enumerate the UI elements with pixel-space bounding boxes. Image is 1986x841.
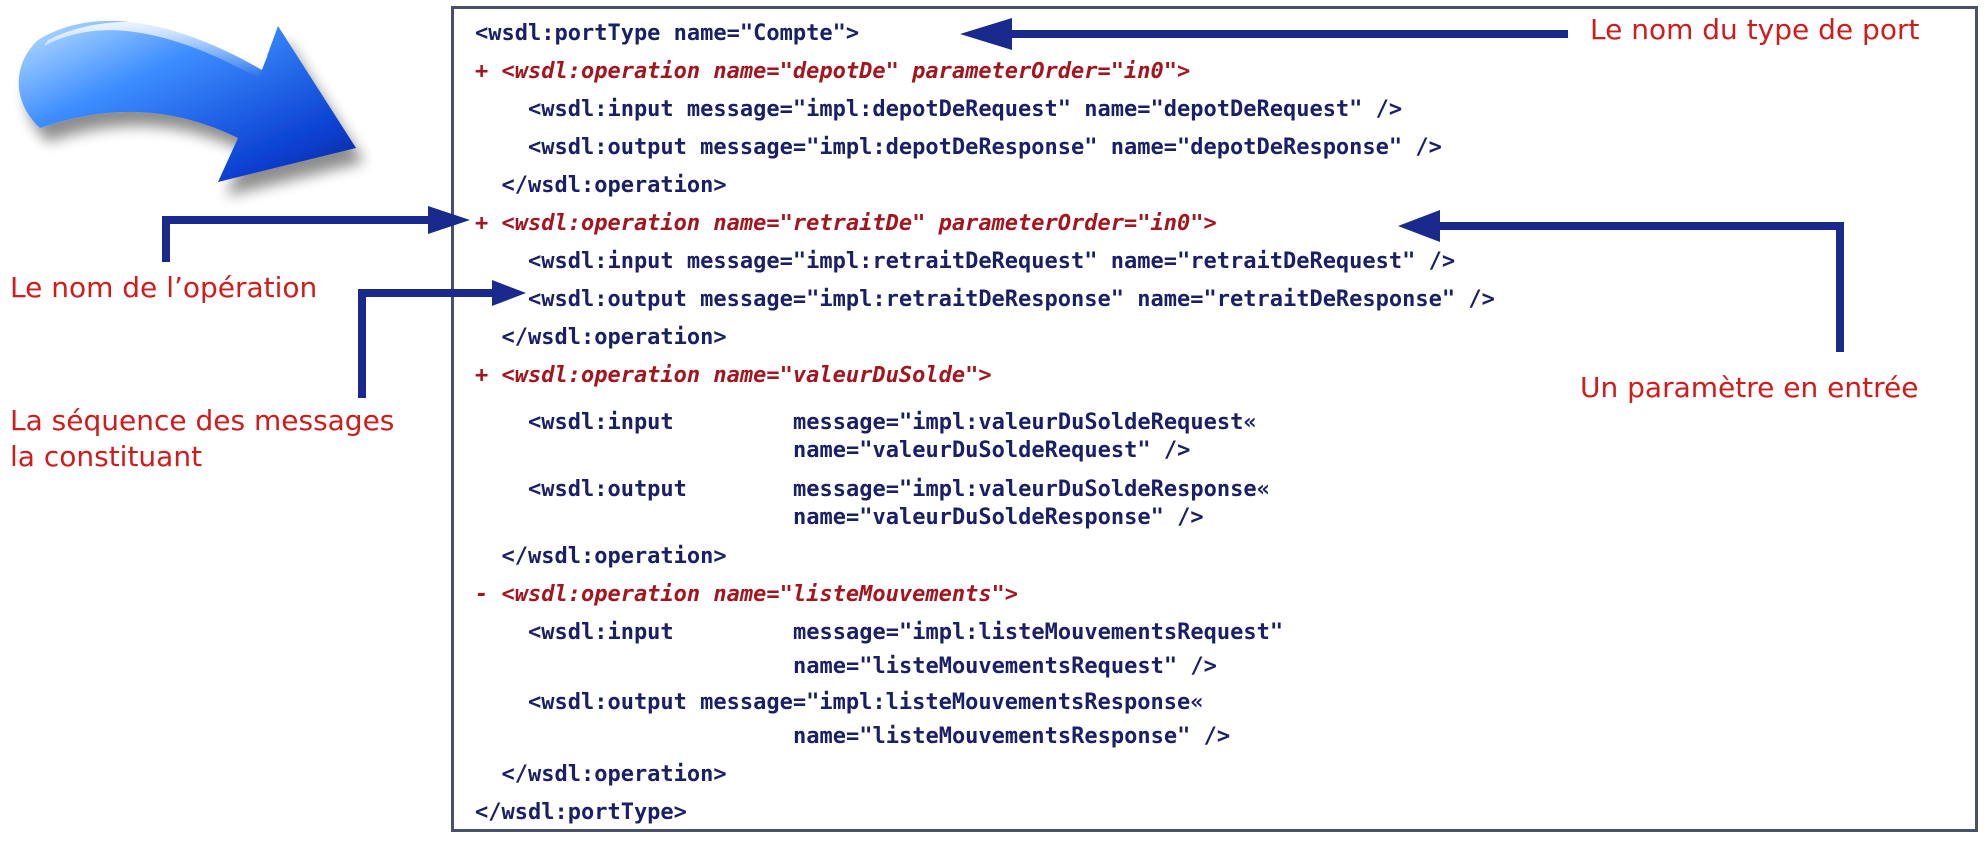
- port-type-arrowhead: [960, 18, 1012, 50]
- message-sequence-arrowhead: [492, 280, 526, 306]
- input-parameter-arrow-shaft: [1438, 222, 1844, 352]
- operation-name-arrow-shaft: [162, 216, 430, 262]
- annotation-arrows: [162, 18, 1844, 398]
- input-parameter-arrowhead: [1398, 210, 1440, 242]
- message-sequence-arrow-shaft: [358, 289, 496, 398]
- operation-name-arrowhead: [428, 206, 470, 234]
